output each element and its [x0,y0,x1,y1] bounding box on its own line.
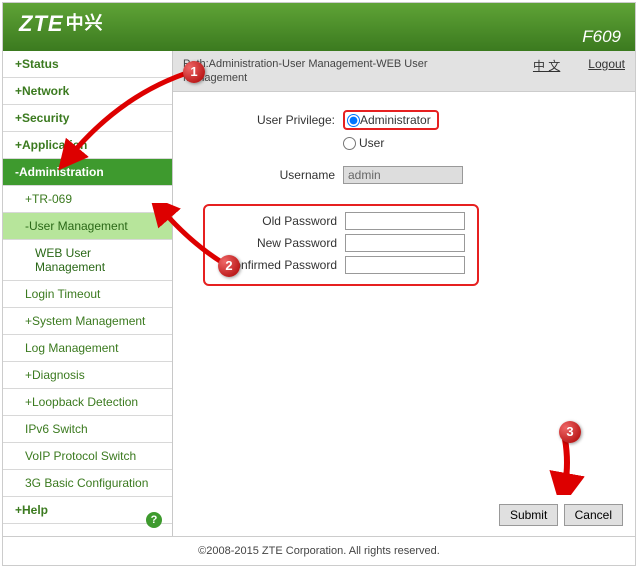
sidebar-item-user-management[interactable]: -User Management [3,213,172,240]
sidebar-item-diagnosis[interactable]: +Diagnosis [3,362,172,389]
username-label: Username [193,168,343,182]
privilege-admin-text: Administrator [360,113,431,127]
sidebar-item-administration[interactable]: -Administration [3,159,172,186]
sidebar-item-ipv6-switch[interactable]: IPv6 Switch [3,416,172,443]
sidebar-item-status[interactable]: +Status [3,51,172,78]
password-highlight-box: Old Password New Password Confirmed Pass… [203,204,479,286]
form-area: User Privilege: Administrator User Usern… [173,92,635,296]
logout-link[interactable]: Logout [588,57,625,74]
path-bar: Path:Administration-User Management-WEB … [173,51,635,92]
sidebar-item-tr069[interactable]: +TR-069 [3,186,172,213]
privilege-user-text: User [359,136,384,150]
privilege-admin-highlight: Administrator [343,110,439,130]
sidebar-item-loopback-detection[interactable]: +Loopback Detection [3,389,172,416]
privilege-label: User Privilege: [193,113,343,127]
old-password-field[interactable] [345,212,465,230]
sidebar-item-application[interactable]: +Application [3,132,172,159]
breadcrumb: Path:Administration-User Management-WEB … [183,57,453,85]
sidebar-item-network[interactable]: +Network [3,78,172,105]
sidebar-item-web-user-management[interactable]: WEB User Management [3,240,172,281]
new-password-label: New Password [205,236,345,250]
button-row: Submit Cancel [497,504,623,526]
header: ZTE中兴 F609 [3,3,635,51]
privilege-admin-radio[interactable] [347,114,360,127]
privilege-user-radio[interactable] [343,137,356,150]
logo-text: ZTE [19,11,64,36]
sidebar-item-login-timeout[interactable]: Login Timeout [3,281,172,308]
username-field [343,166,463,184]
sidebar-item-3g-basic-config[interactable]: 3G Basic Configuration [3,470,172,497]
model-label: F609 [582,27,621,47]
sidebar-item-log-management[interactable]: Log Management [3,335,172,362]
footer: ©2008-2015 ZTE Corporation. All rights r… [3,536,635,565]
confirmed-password-label: Confirmed Password [205,258,345,272]
sidebar: +Status +Network +Security +Application … [3,51,173,536]
main-panel: Path:Administration-User Management-WEB … [173,51,635,536]
cancel-button[interactable]: Cancel [564,504,623,526]
sidebar-item-system-management[interactable]: +System Management [3,308,172,335]
help-icon[interactable]: ? [146,512,162,528]
submit-button[interactable]: Submit [499,504,558,526]
sidebar-item-security[interactable]: +Security [3,105,172,132]
sidebar-item-voip-protocol-switch[interactable]: VoIP Protocol Switch [3,443,172,470]
logo: ZTE中兴 [19,9,104,37]
confirmed-password-field[interactable] [345,256,465,274]
old-password-label: Old Password [205,214,345,228]
logo-cn: 中兴 [66,13,104,33]
new-password-field[interactable] [345,234,465,252]
language-link[interactable]: 中 文 [533,57,560,74]
